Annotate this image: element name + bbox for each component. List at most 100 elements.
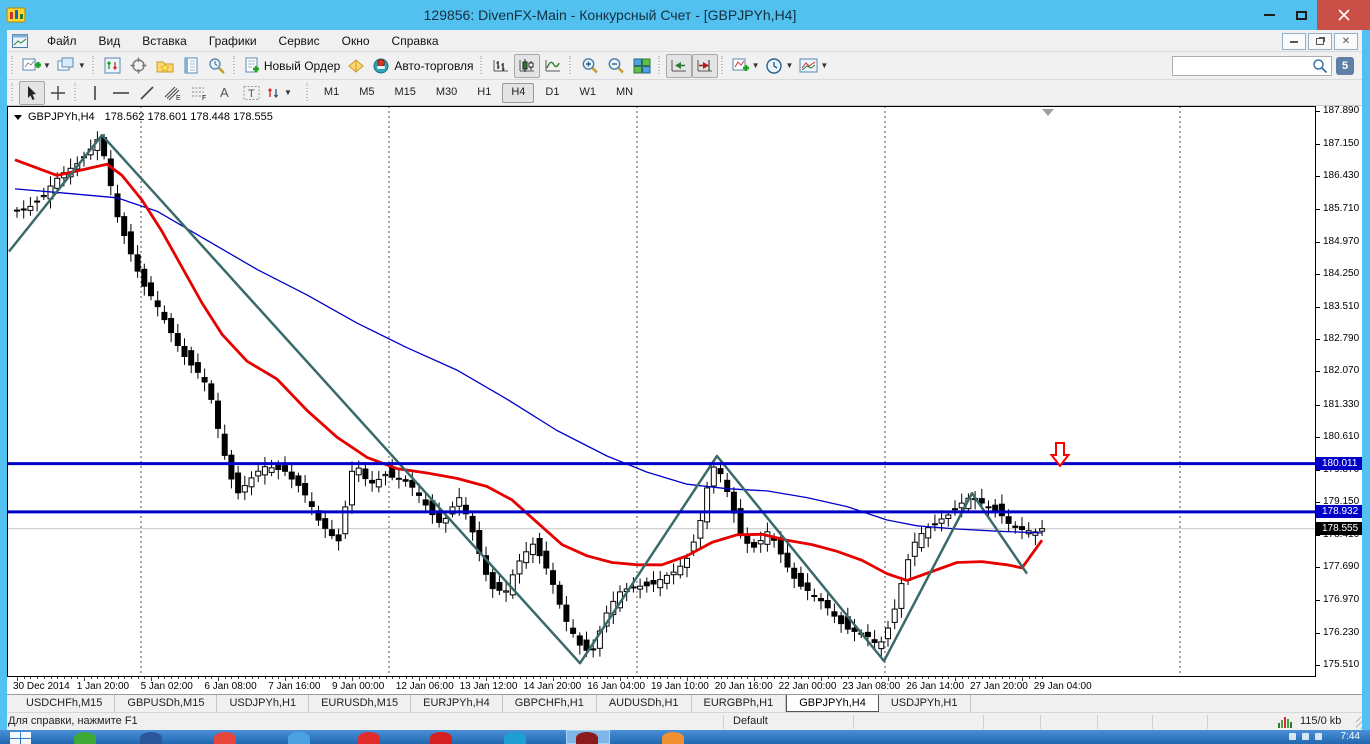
market-watch-button[interactable]: [100, 54, 126, 78]
strategy-tester-button[interactable]: [204, 54, 230, 78]
chart-symbol-label[interactable]: GBPJPYh,H4 178.562 178.601 178.448 178.5…: [14, 111, 273, 123]
tab-USDJPYh-H1[interactable]: USDJPYh,H1: [217, 695, 310, 712]
toolbar-grip[interactable]: [231, 55, 237, 76]
line-chart-mode-button[interactable]: [540, 54, 566, 78]
taskbar-blue-e-app[interactable]: [504, 732, 526, 744]
search-icon[interactable]: [1312, 58, 1328, 74]
tab-USDJPYh-H1[interactable]: USDJPYh,H1: [879, 695, 971, 712]
new-order-button[interactable]: Новый Ордер: [241, 54, 343, 78]
crosshair-tool-button[interactable]: [45, 81, 71, 105]
menu-Справка[interactable]: Справка: [381, 31, 450, 51]
status-profile-text[interactable]: Default: [733, 715, 768, 727]
toolbar-grip[interactable]: [656, 55, 662, 76]
horizontal-line-tool-button[interactable]: [108, 81, 134, 105]
mdi-restore-button[interactable]: [1308, 33, 1332, 50]
taskbar-clock[interactable]: 7:44: [1341, 731, 1360, 742]
toolbar-grip[interactable]: [73, 82, 78, 103]
metaeditor-button[interactable]: [343, 54, 369, 78]
close-button[interactable]: [1317, 0, 1370, 30]
toolbar-grip[interactable]: [10, 82, 15, 103]
tab-EURGBPh-H1[interactable]: EURGBPh,H1: [692, 695, 787, 712]
menu-Вставка[interactable]: Вставка: [131, 31, 198, 51]
taskbar-orange-circle-app[interactable]: [662, 732, 684, 744]
tab-EURJPYh-H4[interactable]: EURJPYh,H4: [411, 695, 503, 712]
tile-windows-button[interactable]: [629, 54, 655, 78]
bar-chart-mode-button[interactable]: [488, 54, 514, 78]
taskbar-windows-start[interactable]: [10, 732, 34, 744]
timeframe-H4[interactable]: H4: [502, 82, 535, 103]
zoom-out-button[interactable]: [603, 54, 629, 78]
maximize-button[interactable]: [1285, 0, 1317, 30]
dropdown-caret-icon: ▼: [785, 61, 794, 70]
toolbar-grip[interactable]: [478, 55, 484, 76]
periods-button[interactable]: ▼: [762, 54, 796, 78]
mdi-close-button[interactable]: ✕: [1334, 33, 1358, 50]
timeframe-H1[interactable]: H1: [468, 83, 500, 103]
timeframe-D1[interactable]: D1: [536, 83, 568, 103]
text-label-tool-button[interactable]: T: [238, 81, 264, 105]
taskbar-red-a-app[interactable]: [358, 732, 380, 744]
status-separator: [983, 715, 984, 729]
trendline-tool-button[interactable]: [134, 81, 160, 105]
terminal-journal-icon: [184, 57, 198, 74]
mdi-minimize-button[interactable]: [1282, 33, 1306, 50]
chart-shift-button[interactable]: [691, 53, 718, 78]
tab-EURUSDh-M15[interactable]: EURUSDh,M15: [309, 695, 412, 712]
timeframe-W1[interactable]: W1: [570, 83, 605, 103]
tab-GBPJPYh-H4[interactable]: GBPJPYh,H4: [786, 695, 879, 712]
timeframe-M1[interactable]: M1: [315, 83, 348, 103]
minimize-button[interactable]: [1253, 0, 1285, 30]
cursor-tool-button[interactable]: [19, 80, 45, 105]
search-input[interactable]: [1172, 55, 1332, 76]
menu-Графики[interactable]: Графики: [198, 31, 268, 51]
tab-USDCHFh-M15[interactable]: USDCHFh,M15: [14, 695, 116, 712]
timeframe-MN[interactable]: MN: [607, 83, 642, 103]
indicators-button[interactable]: ▼: [729, 54, 763, 78]
timeframe-M15[interactable]: M15: [385, 83, 424, 103]
price-axis[interactable]: 187.890 187.150 186.430 185.710 184.970 184.2…: [1316, 105, 1362, 677]
menu-Окно[interactable]: Окно: [331, 31, 381, 51]
window-border: [0, 30, 7, 730]
data-window-button[interactable]: [126, 54, 152, 78]
autotrade-button[interactable]: Авто-торговля: [369, 54, 476, 78]
fibonacci-tool-button[interactable]: F: [186, 81, 212, 105]
menu-Файл[interactable]: Файл: [36, 31, 88, 51]
toolbar-grip[interactable]: [10, 55, 15, 76]
notifications-badge[interactable]: 5: [1336, 56, 1354, 75]
timeframe-M30[interactable]: M30: [427, 83, 466, 103]
timeframe-M5[interactable]: M5: [350, 83, 383, 103]
tab-GBPUSDh-M15[interactable]: GBPUSDh,M15: [115, 695, 218, 712]
tab-GBPCHFh-H1[interactable]: GBPCHFh,H1: [503, 695, 597, 712]
toolbar-grip[interactable]: [304, 82, 310, 103]
menu-Вид[interactable]: Вид: [88, 31, 132, 51]
navigator-button[interactable]: [152, 54, 178, 78]
taskbar-blue-drive-app[interactable]: [288, 732, 310, 744]
arrows-tool-button[interactable]: ▼: [264, 81, 295, 105]
time-tick-mark: [727, 677, 729, 679]
taskbar-blue-docs-app[interactable]: [140, 732, 162, 744]
text-tool-button[interactable]: A: [212, 81, 238, 105]
chart-canvas[interactable]: GBPJPYh,H4 178.562 178.601 178.448 178.5…: [7, 105, 1362, 694]
toolbar-grip[interactable]: [90, 55, 96, 76]
zoom-in-button[interactable]: [577, 54, 603, 78]
profiles-button[interactable]: ▼: [54, 54, 89, 78]
taskbar-chrome-browser[interactable]: [214, 732, 236, 744]
toolbar-grip[interactable]: [719, 55, 725, 76]
taskbar-dark-red-circle-app[interactable]: [576, 732, 598, 744]
terminal-button[interactable]: [178, 54, 204, 78]
channel-tool-button[interactable]: E: [160, 81, 186, 105]
taskbar-green-store-app[interactable]: [74, 732, 96, 744]
autoscroll-button[interactable]: [665, 53, 692, 78]
tab-AUDUSDh-H1[interactable]: AUDUSDh,H1: [597, 695, 692, 712]
time-axis[interactable]: 30 Dec 2014 1 Jan 20:00 5 Jan 02:00 6 Jan 0…: [7, 677, 1316, 694]
collapse-ohlc-icon[interactable]: [14, 114, 22, 120]
taskbar-yandex-browser[interactable]: [430, 732, 452, 744]
tray-icons[interactable]: [1289, 733, 1322, 740]
menu-Сервис[interactable]: Сервис: [268, 31, 331, 51]
candle-chart-mode-button[interactable]: [513, 53, 540, 78]
new-chart-button[interactable]: ▼: [19, 54, 54, 78]
templates-button[interactable]: ▼: [796, 54, 831, 78]
toolbar-grip[interactable]: [567, 55, 573, 76]
vertical-line-tool-button[interactable]: [82, 81, 108, 105]
price-chart-plot[interactable]: [7, 106, 1316, 677]
